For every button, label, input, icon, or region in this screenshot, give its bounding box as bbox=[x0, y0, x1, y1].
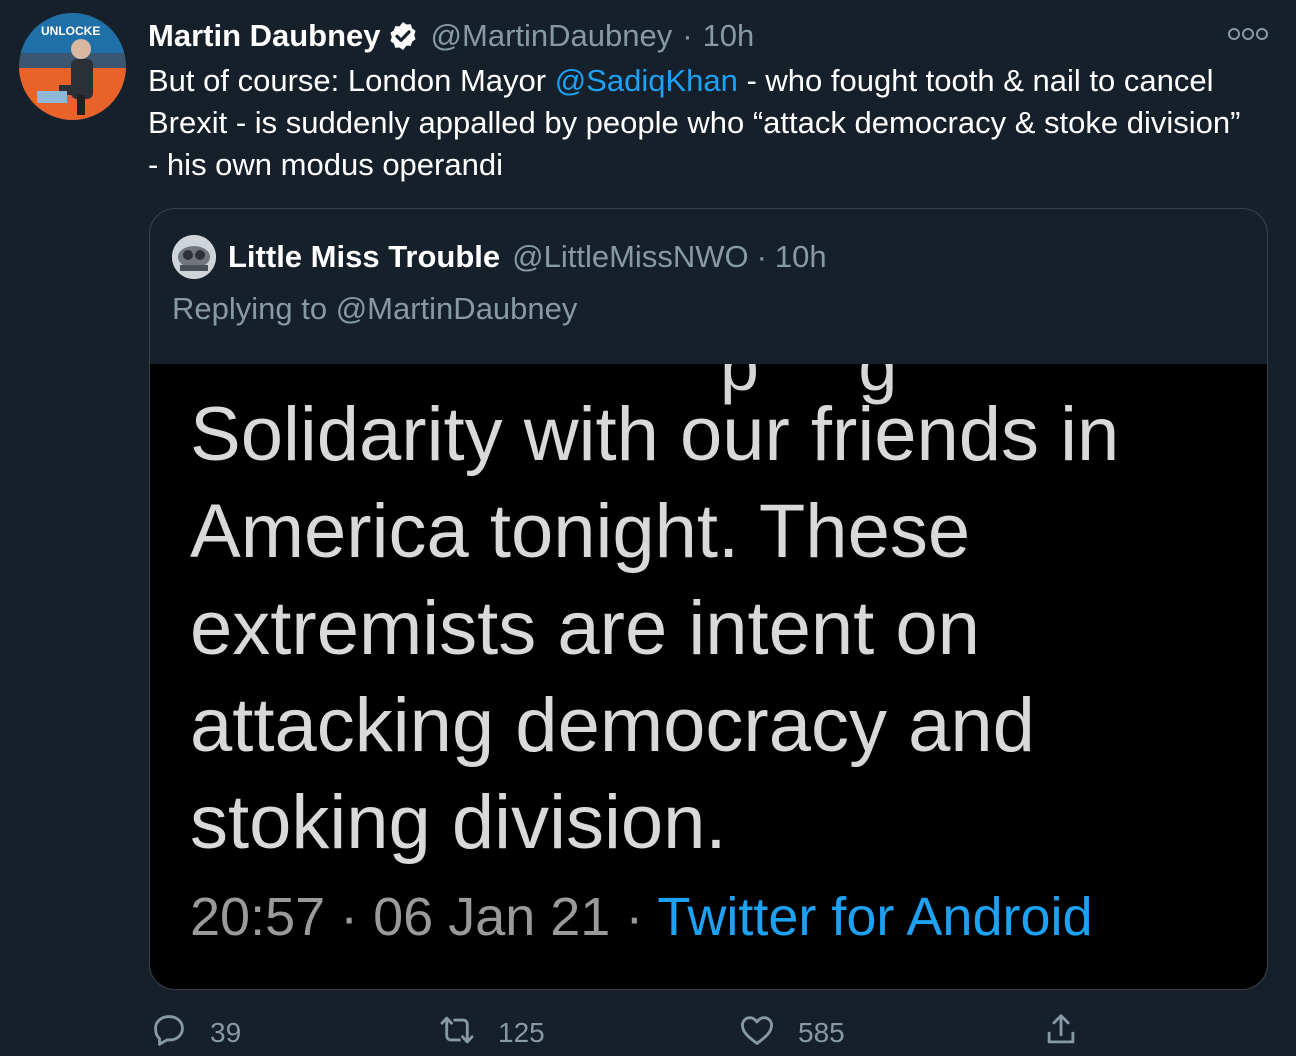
tweet-action-bar: 39 125 585 bbox=[150, 1010, 1150, 1056]
like-button[interactable]: 585 bbox=[738, 1010, 845, 1056]
reply-count: 39 bbox=[210, 1017, 242, 1048]
mention-link[interactable]: @SadiqKhan bbox=[555, 63, 738, 98]
more-icon[interactable] bbox=[1226, 24, 1270, 44]
verified-badge-icon bbox=[387, 20, 419, 52]
image-tweet-timestamp: 20:57 · 06 Jan 21 · bbox=[190, 887, 658, 947]
quoted-tweet-card[interactable]: Little Miss Trouble @LittleMissNWO · 10h… bbox=[149, 208, 1268, 990]
author-handle[interactable]: @MartinDaubney bbox=[431, 18, 673, 54]
tweet-header: Martin Daubney @MartinDaubney · 10h bbox=[148, 14, 754, 58]
tweet-text: But of course: London Mayor @SadiqKhan -… bbox=[148, 60, 1258, 186]
retweet-icon bbox=[438, 1011, 476, 1056]
like-icon bbox=[738, 1011, 776, 1056]
reply-button[interactable]: 39 bbox=[150, 1010, 241, 1056]
header-separator: · bbox=[682, 18, 693, 53]
quoted-tweet-header: Little Miss Trouble @LittleMissNWO · 10h bbox=[228, 235, 827, 279]
retweet-button[interactable]: 125 bbox=[438, 1010, 545, 1056]
author-display-name[interactable]: Martin Daubney bbox=[148, 18, 381, 54]
quoted-tweet-image[interactable]: p g Solidarity with our friends in Ameri… bbox=[150, 364, 1267, 989]
quoted-tweet-timestamp[interactable]: 10h bbox=[775, 239, 827, 275]
quoted-author-handle[interactable]: @LittleMissNWO bbox=[512, 239, 748, 275]
quoted-author-avatar[interactable] bbox=[172, 235, 216, 279]
quoted-header-separator: · bbox=[756, 239, 767, 274]
share-icon bbox=[1042, 1011, 1080, 1056]
avatar-sign-text: UNLOCKE bbox=[41, 24, 100, 38]
image-tweet-source: Twitter for Android bbox=[657, 887, 1093, 947]
retweet-count: 125 bbox=[498, 1017, 545, 1048]
quoted-author-display-name[interactable]: Little Miss Trouble bbox=[228, 239, 500, 275]
reply-icon bbox=[150, 1011, 188, 1056]
share-button[interactable] bbox=[1042, 1010, 1080, 1056]
tweet-text-before: But of course: London Mayor bbox=[148, 63, 555, 98]
image-tweet-text: Solidarity with our friends in America t… bbox=[190, 392, 1120, 865]
like-count: 585 bbox=[798, 1017, 845, 1048]
replying-to-label: Replying to @MartinDaubney bbox=[172, 291, 578, 326]
author-avatar[interactable]: UNLOCKE bbox=[19, 13, 126, 120]
tweet-timestamp[interactable]: 10h bbox=[703, 18, 755, 54]
image-tweet-footer: 20:57 · 06 Jan 21 · Twitter for Android bbox=[190, 886, 1093, 948]
